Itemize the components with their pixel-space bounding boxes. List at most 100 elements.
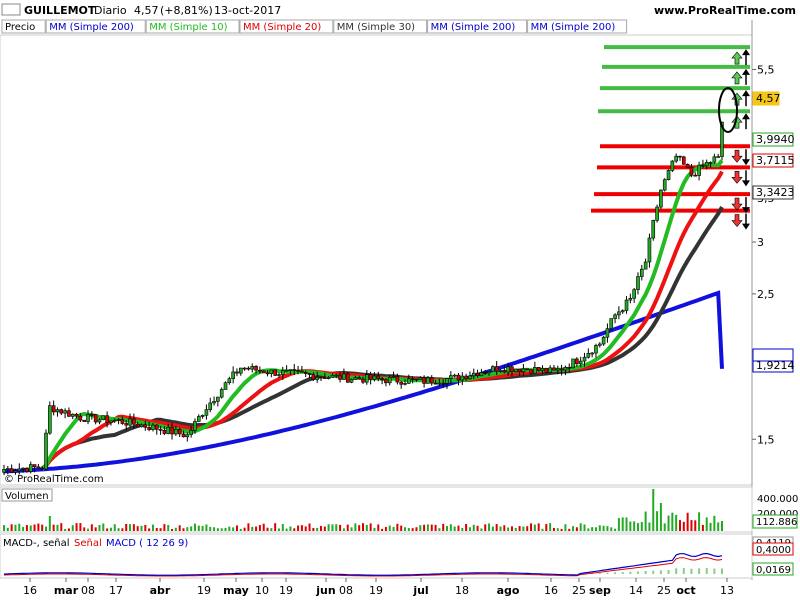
- price-bar: [513, 368, 518, 372]
- price-bar: [517, 368, 522, 373]
- volume-bar: [461, 527, 464, 531]
- price-bar: [330, 374, 335, 378]
- price-bar: [429, 377, 434, 384]
- price-bar: [32, 464, 37, 468]
- volume-bar: [121, 528, 124, 531]
- volume-bar: [499, 526, 502, 531]
- price-bar: [112, 419, 117, 422]
- volume-bar: [216, 528, 219, 531]
- x-tick-label-17: sep: [589, 584, 611, 597]
- price-bar: [605, 328, 610, 338]
- volume-bar: [339, 524, 342, 531]
- price-bar: [601, 336, 606, 345]
- volume-bar: [476, 525, 479, 531]
- volume-bar: [480, 528, 483, 531]
- price-bar: [651, 220, 656, 239]
- price-bar: [315, 376, 319, 380]
- price-bar: [235, 371, 239, 374]
- volume-bar: [213, 527, 216, 531]
- price-bar: [609, 318, 614, 329]
- macd-histogram-bar: [606, 572, 609, 574]
- volume-bar: [285, 528, 288, 531]
- volume-bar: [560, 528, 563, 531]
- macd-histogram-bar: [713, 568, 716, 574]
- volume-bar: [289, 526, 292, 531]
- price-bar: [666, 170, 671, 180]
- volume-last-label: 112.886: [756, 517, 797, 528]
- volume-bar: [60, 523, 63, 531]
- price-bar: [498, 370, 503, 372]
- price-label-2: 3,7115: [756, 154, 795, 167]
- volume-bar: [591, 527, 594, 531]
- price-bar: [208, 402, 213, 410]
- x-tick-label-1: mar: [54, 584, 79, 597]
- volume-bar: [247, 523, 250, 531]
- x-tick-label-0: 16: [23, 584, 37, 597]
- price-bar: [296, 369, 300, 372]
- macd-histogram-bar: [636, 571, 639, 574]
- volume-bar: [705, 517, 708, 531]
- price-bar: [540, 368, 545, 371]
- volume-bar: [602, 525, 605, 531]
- legend-item-0: Precio: [5, 22, 35, 33]
- price-bar: [93, 414, 98, 423]
- price-bar: [647, 237, 652, 263]
- price-bar: [468, 375, 472, 380]
- volume-bar: [614, 528, 617, 531]
- price-bar: [124, 423, 129, 426]
- volume-bar: [71, 525, 74, 531]
- instrument-icon: [1, 3, 21, 16]
- volume-bar: [293, 528, 296, 531]
- volume-bar: [258, 525, 261, 531]
- price-bar: [533, 367, 537, 374]
- volume-bar: [335, 524, 338, 531]
- price-bar: [78, 415, 83, 421]
- volume-bar: [266, 527, 269, 531]
- macd-legend-1: MACD-, señal: [3, 538, 70, 549]
- volume-bar: [316, 527, 319, 531]
- volume-bar: [717, 522, 720, 531]
- volume-bar: [304, 526, 307, 531]
- x-tick-label-12: jul: [412, 584, 428, 597]
- volume-bar: [300, 525, 303, 531]
- volume-bar: [358, 525, 361, 531]
- volume-bar: [132, 524, 135, 531]
- price-bar: [422, 377, 426, 384]
- volume-bar: [319, 525, 322, 531]
- price-bar: [216, 396, 220, 402]
- price-bar: [712, 156, 717, 163]
- volume-bar: [125, 523, 128, 531]
- price-bar: [158, 429, 163, 431]
- x-tick-label-8: 19: [279, 584, 293, 597]
- volume-bar: [129, 524, 132, 531]
- volume-bar: [682, 521, 685, 531]
- x-tick-label-5: 19: [197, 584, 211, 597]
- volume-bar: [522, 526, 525, 531]
- volume-bar: [713, 515, 716, 531]
- volume-bar: [342, 528, 345, 531]
- price-bar: [151, 424, 155, 430]
- price-bar: [154, 424, 159, 430]
- price-bar: [162, 430, 167, 434]
- price-bar: [552, 367, 556, 371]
- price-bar: [166, 426, 171, 434]
- volume-bar: [652, 489, 655, 531]
- price-bar: [426, 377, 430, 384]
- price-bar: [582, 356, 587, 362]
- price-bar: [682, 156, 686, 165]
- price-bar: [59, 409, 64, 414]
- volume-bar: [171, 528, 174, 531]
- volume-bar: [209, 526, 212, 531]
- price-bar: [701, 164, 705, 167]
- price-bar: [280, 370, 285, 375]
- volume-bar: [262, 523, 265, 531]
- macd-label-3: 0,0169: [756, 565, 791, 576]
- volume-bar: [106, 528, 109, 531]
- volume-bar: [102, 523, 105, 531]
- price-bar: [90, 414, 94, 416]
- volume-bar: [220, 528, 223, 531]
- price-bar: [506, 366, 510, 373]
- price-bar: [338, 374, 342, 380]
- price-bar: [494, 366, 499, 372]
- price-bar: [238, 367, 243, 374]
